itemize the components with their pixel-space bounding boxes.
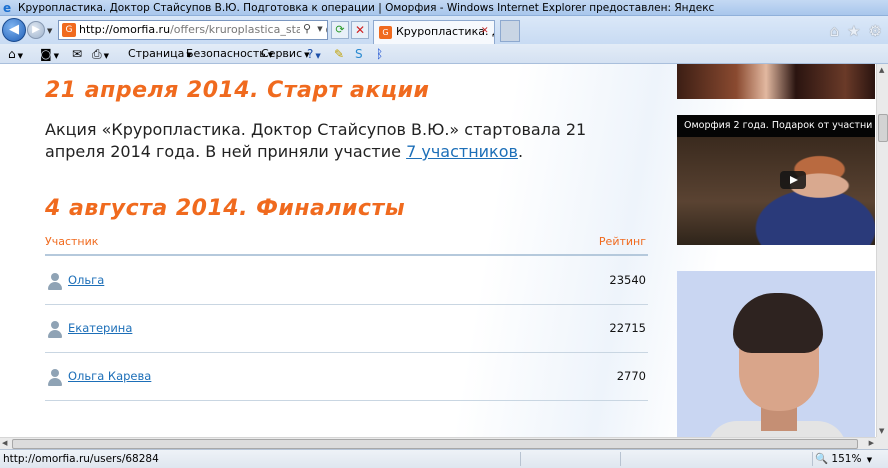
- participant-name-link[interactable]: Ольга Карева: [68, 369, 151, 383]
- finalists-table-header: Участник Рейтинг: [45, 232, 648, 256]
- user-icon: [47, 273, 63, 291]
- search-icon[interactable]: ⚲: [300, 21, 314, 37]
- mail-icon[interactable]: ✉: [72, 44, 82, 64]
- status-bar: http://omorfia.ru/users/68284 🔍 151% ▼: [0, 449, 888, 468]
- home-menu-icon[interactable]: ⌂ ▼: [8, 44, 23, 66]
- vertical-scroll-thumb[interactable]: [878, 114, 888, 142]
- video-title[interactable]: Оморфия 2 года. Подарок от участников пр…: [684, 120, 872, 131]
- pen-icon[interactable]: ✎: [334, 44, 344, 64]
- finalists-heading: 4 августа 2014. Финалисты: [45, 196, 406, 221]
- participant-name-link[interactable]: Екатерина: [68, 321, 132, 335]
- browser-right-icons: ⌂ ★ ⚙: [830, 22, 882, 40]
- start-paragraph: Акция «Круропластика. Доктор Стайсупов В…: [45, 120, 587, 161]
- zoom-level[interactable]: 🔍 151% ▼: [815, 450, 872, 468]
- table-row: Ольга Карева 2770: [45, 353, 648, 401]
- video-thumbnail: [677, 137, 875, 245]
- video-player[interactable]: Оморфия 2 года. Подарок от участников пр…: [677, 115, 875, 245]
- address-bar[interactable]: Ghttp://omorfia.ru/offers/kruroplastica_…: [58, 20, 328, 40]
- back-arrow-icon[interactable]: ◀: [2, 18, 26, 42]
- scroll-up-icon[interactable]: ▲: [879, 66, 884, 74]
- vertical-scrollbar[interactable]: ▲ ▼: [876, 64, 888, 437]
- user-icon: [47, 369, 63, 387]
- table-row: Ольга 23540: [45, 257, 648, 305]
- zoom-icon: 🔍: [815, 453, 829, 465]
- scrollbar-corner: [876, 437, 888, 449]
- browser-tab[interactable]: G Круропластика. Д...: [373, 20, 495, 44]
- address-dropdown-icon[interactable]: ▼: [314, 21, 326, 37]
- participant-score: 2770: [616, 369, 646, 383]
- start-heading: 21 апреля 2014. Старт акции: [45, 78, 430, 103]
- home-icon[interactable]: ⌂: [830, 22, 840, 40]
- site-favicon-icon: G: [62, 23, 76, 37]
- gear-icon[interactable]: ⚙: [869, 22, 882, 40]
- table-row: Екатерина 22715: [45, 305, 648, 353]
- forward-arrow-icon[interactable]: ▶: [27, 21, 45, 39]
- feeds-icon[interactable]: ◙ ▼: [40, 44, 59, 66]
- participant-score: 23540: [609, 273, 646, 287]
- sidebar-top-image[interactable]: [677, 64, 875, 99]
- window-title: Круропластика. Доктор Стайсупов В.Ю. Под…: [18, 2, 715, 14]
- scroll-down-icon[interactable]: ▼: [879, 427, 884, 435]
- scroll-right-icon[interactable]: ▶: [869, 439, 874, 447]
- ie-logo-icon: e: [3, 1, 12, 15]
- menu-service[interactable]: Сервис ▼: [261, 44, 310, 65]
- tab-close-icon[interactable]: ✕: [481, 26, 489, 36]
- navigation-bar: ◀ ▶ ▼ Ghttp://omorfia.ru/offers/kruropla…: [0, 16, 888, 44]
- bluetooth-icon[interactable]: ᛒ: [376, 44, 383, 64]
- refresh-icon[interactable]: ⟳: [331, 21, 349, 39]
- print-icon[interactable]: ⎙ ▼: [92, 44, 109, 66]
- help-icon[interactable]: ? ▼: [307, 44, 321, 66]
- scroll-left-icon[interactable]: ◀: [2, 439, 7, 447]
- play-icon[interactable]: [780, 171, 806, 189]
- participant-score: 22715: [609, 321, 646, 335]
- skype-icon[interactable]: S: [355, 44, 363, 64]
- horizontal-scroll-thumb[interactable]: [12, 439, 858, 449]
- window-titlebar: e Круропластика. Доктор Стайсупов В.Ю. П…: [0, 0, 888, 16]
- participants-link[interactable]: 7 участников: [406, 142, 518, 161]
- menu-page[interactable]: Страница ▼: [128, 44, 192, 65]
- status-url: http://omorfia.ru/users/68284: [3, 453, 159, 465]
- page-viewport: 21 апреля 2014. Старт акции Акция «Круро…: [0, 64, 876, 437]
- favorites-star-icon[interactable]: ★: [847, 22, 860, 40]
- new-tab-button[interactable]: [500, 20, 520, 42]
- col-rating: Рейтинг: [598, 235, 646, 248]
- col-participant: Участник: [45, 235, 99, 248]
- stop-icon[interactable]: ✕: [351, 21, 369, 39]
- history-dropdown-icon[interactable]: ▼: [47, 27, 52, 35]
- address-host: http://omorfia.ru: [79, 23, 171, 36]
- doctor-photo[interactable]: [677, 271, 875, 437]
- user-icon: [47, 321, 63, 339]
- horizontal-scrollbar[interactable]: ◀ ▶: [0, 437, 876, 449]
- participant-name-link[interactable]: Ольга: [68, 273, 104, 287]
- tab-favicon-icon: G: [379, 26, 392, 39]
- command-bar: ⌂ ▼ ◙ ▼ ✉ ⎙ ▼ Страница ▼ Безопасность ▼ Серви…: [0, 44, 888, 64]
